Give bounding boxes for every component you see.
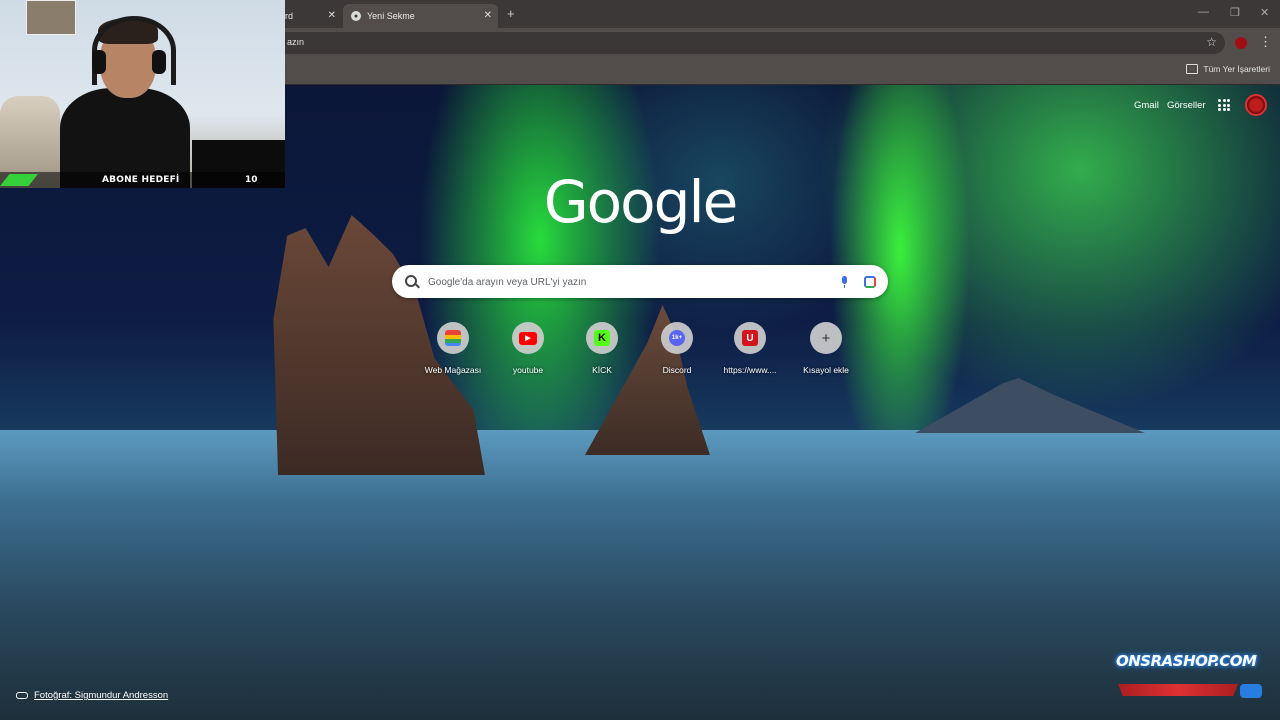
- shortcuts-grid: Web Mağazası ▶ youtube K KİCK 1k+ Discor…: [416, 322, 864, 382]
- shortcut-tile: [437, 322, 469, 354]
- add-shortcut-button[interactable]: + Kısayol ekle: [789, 322, 863, 375]
- tab-discord[interactable]: rd ✕: [285, 4, 340, 28]
- chrome-icon: ●: [351, 11, 361, 21]
- profile-avatar[interactable]: [1235, 37, 1247, 49]
- window-close-icon[interactable]: ✕: [1260, 6, 1269, 19]
- shortcut-label: Discord: [662, 365, 692, 375]
- close-icon[interactable]: ✕: [484, 10, 492, 21]
- bookmarks-bar: Tüm Yer İşaretleri: [285, 58, 1280, 85]
- address-bar-text: azın: [287, 37, 305, 47]
- tab-label: Yeni Sekme: [367, 11, 415, 21]
- chrome-web-store-icon: [445, 330, 461, 346]
- shortcut-url[interactable]: U https://www....: [713, 322, 787, 375]
- stream-watermark: ONSRASHOP.COM: [1116, 652, 1257, 670]
- search-icon: [405, 275, 417, 287]
- photo-credit-link[interactable]: Fotoğraf: Sigmundur Andresson: [16, 690, 168, 701]
- car-logo-icon: [1240, 684, 1262, 698]
- shortcut-tile: K: [586, 322, 618, 354]
- u-site-icon: U: [742, 330, 758, 346]
- youtube-icon: ▶: [519, 331, 537, 345]
- address-bar[interactable]: azın ☆: [285, 32, 1225, 54]
- wall-photo: [26, 0, 76, 35]
- browser-toolbar: azın ☆ ⋮: [285, 28, 1280, 58]
- webcam-overlay: ABONE HEDEFİ 10: [0, 0, 285, 188]
- images-link[interactable]: Görseller: [1167, 100, 1206, 111]
- watermark-banner: [1118, 684, 1238, 696]
- new-tab-button[interactable]: +: [507, 6, 515, 21]
- shortcut-tile: ▶: [512, 322, 544, 354]
- kick-icon: K: [594, 330, 610, 346]
- shortcut-label: KİCK: [592, 365, 612, 375]
- photo-credit-text: Fotoğraf: Sigmundur Andresson: [34, 690, 169, 701]
- watermark-part1: ONSRA: [1116, 652, 1173, 670]
- search-box[interactable]: [392, 265, 888, 298]
- shortcut-web-store[interactable]: Web Mağazası: [416, 322, 490, 375]
- rocky-shore: [0, 440, 1280, 720]
- all-bookmarks-label: Tüm Yer İşaretleri: [1203, 64, 1270, 74]
- shortcut-label: youtube: [512, 365, 544, 375]
- shortcut-label: https://www....: [723, 365, 777, 375]
- google-logo: Google: [543, 168, 739, 236]
- distant-mountain: [915, 378, 1145, 433]
- folder-icon: [1186, 64, 1199, 74]
- all-bookmarks-button[interactable]: Tüm Yer İşaretleri: [1186, 64, 1270, 74]
- menu-kebab-icon[interactable]: ⋮: [1259, 34, 1272, 50]
- headset-earcup: [92, 50, 106, 74]
- add-icon: +: [821, 329, 831, 347]
- discord-icon: 1k+: [669, 330, 685, 346]
- shortcut-discord[interactable]: 1k+ Discord: [640, 322, 714, 375]
- google-account-avatar[interactable]: [1245, 94, 1267, 116]
- voice-search-icon[interactable]: [842, 276, 847, 288]
- headset-earcup: [152, 50, 166, 74]
- bookmark-star-icon[interactable]: ☆: [1206, 35, 1217, 49]
- google-apps-icon[interactable]: [1218, 99, 1230, 111]
- tab-new-tab[interactable]: ● Yeni Sekme ✕: [343, 4, 498, 28]
- minimize-icon[interactable]: —: [1198, 6, 1209, 18]
- shortcut-youtube[interactable]: ▶ youtube: [491, 322, 565, 375]
- tab-strip: rd ✕ ● Yeni Sekme ✕ + — ❐ ✕: [285, 0, 1280, 28]
- restore-icon[interactable]: ❐: [1230, 6, 1240, 19]
- shortcut-label: Kısayol ekle: [803, 365, 849, 375]
- shortcut-tile: U: [734, 322, 766, 354]
- shortcut-kick[interactable]: K KİCK: [565, 322, 639, 375]
- shortcut-label: Web Mağazası: [424, 365, 482, 375]
- tab-label: rd: [285, 11, 294, 21]
- search-input[interactable]: [426, 273, 830, 292]
- link-icon: [16, 692, 28, 699]
- google-lens-icon[interactable]: [864, 276, 876, 288]
- close-icon[interactable]: ✕: [328, 10, 336, 21]
- shortcut-tile: +: [810, 322, 842, 354]
- gmail-link[interactable]: Gmail: [1134, 100, 1159, 111]
- shortcut-tile: 1k+: [661, 322, 693, 354]
- screen: rd ✕ ● Yeni Sekme ✕ + — ❐ ✕ azın ☆ ⋮ Tüm…: [0, 0, 1280, 720]
- watermark-part2: SHOP.COM: [1172, 652, 1257, 670]
